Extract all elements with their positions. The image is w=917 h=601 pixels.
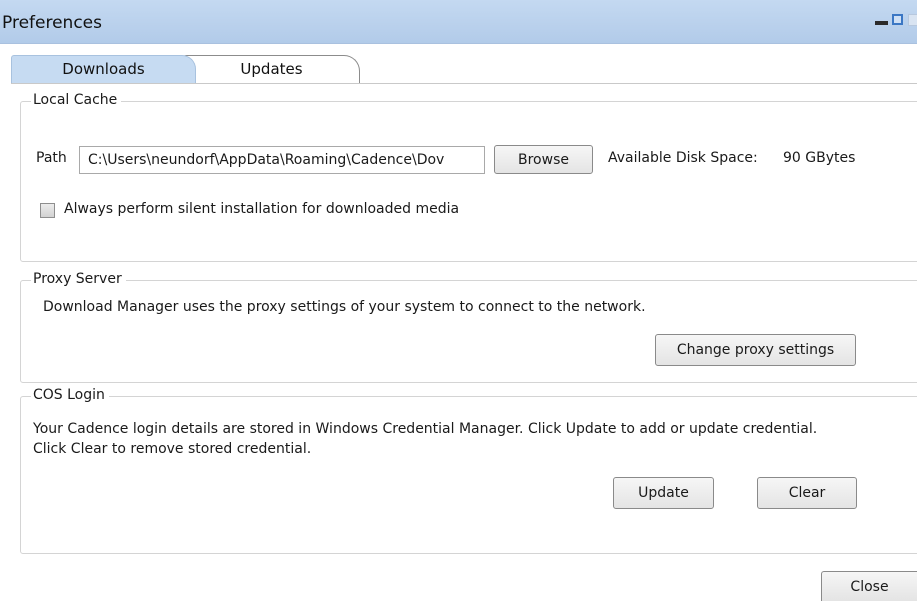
disk-space-value: 90 GBytes — [783, 150, 856, 166]
minimize-icon[interactable] — [873, 13, 889, 29]
path-label: Path — [36, 150, 67, 166]
maximize-icon[interactable] — [892, 14, 903, 25]
window-title: Preferences — [2, 13, 102, 33]
proxy-server-group — [20, 280, 917, 383]
silent-install-checkbox[interactable] — [40, 203, 55, 218]
tab-updates[interactable]: Updates — [183, 55, 360, 83]
update-button[interactable]: Update — [613, 477, 714, 509]
change-proxy-settings-button[interactable]: Change proxy settings — [655, 334, 856, 366]
tab-strip-divider — [11, 83, 917, 84]
tab-downloads[interactable]: Downloads — [11, 55, 196, 83]
cos-description-line1: Your Cadence login details are stored in… — [33, 421, 818, 437]
browse-button[interactable]: Browse — [494, 145, 593, 174]
cos-description-line2: Click Clear to remove stored credential. — [33, 441, 312, 457]
proxy-description: Download Manager uses the proxy settings… — [43, 299, 646, 315]
clear-button[interactable]: Clear — [757, 477, 857, 509]
title-bar: Preferences — [0, 0, 917, 44]
disk-space-label: Available Disk Space: — [608, 150, 758, 166]
silent-install-label[interactable]: Always perform silent installation for d… — [64, 201, 459, 217]
local-cache-group — [20, 101, 917, 262]
close-window-icon[interactable] — [908, 14, 917, 26]
cos-login-legend: COS Login — [31, 387, 109, 403]
path-input[interactable] — [79, 146, 485, 174]
window-controls — [873, 13, 917, 29]
local-cache-legend: Local Cache — [31, 92, 122, 108]
close-button[interactable]: Close — [821, 571, 917, 601]
proxy-server-legend: Proxy Server — [31, 271, 126, 287]
